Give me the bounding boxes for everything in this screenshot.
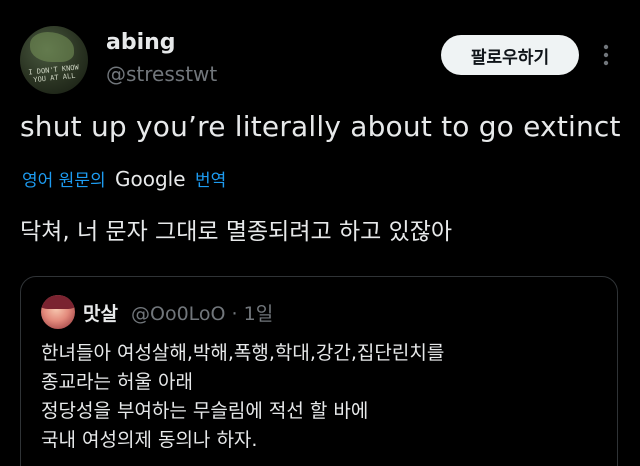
author-name[interactable]: abing [106, 30, 176, 55]
avatar[interactable]: I DON'T KNOW YOU AT ALL [20, 26, 88, 94]
quote-author-name[interactable]: 맛살 [83, 299, 118, 326]
quote-author-handle[interactable]: @Oo0LoO [131, 303, 226, 325]
translated-text: 닥쳐, 너 문자 그대로 멸종되려고 하고 있잖아 [20, 219, 453, 245]
quote-line: 정당성을 부여하는 무슬림에 적선 할 바에 [41, 400, 369, 422]
author-handle[interactable]: @stresstwt [106, 62, 217, 86]
quote-line: 한녀들아 여성살해,박해,폭행,학대,강간,집단린치를 [41, 342, 445, 364]
translate-suffix: 번역 [194, 171, 227, 191]
translate-prefix: 영어 원문의 [22, 171, 106, 191]
more-vertical-icon[interactable] [594, 40, 618, 70]
avatar-scrawl: I DON'T KNOW YOU AT ALL [28, 63, 80, 85]
quote-meta: @Oo0LoO · 1일 [131, 299, 273, 326]
tweet-header: I DON'T KNOW YOU AT ALL abing @stresstwt… [20, 26, 620, 96]
quote-line: 국내 여성의제 동의나 하자. [41, 429, 258, 451]
avatar-plant [30, 32, 74, 62]
quote-avatar-hair [41, 295, 75, 309]
translate-link[interactable]: 영어 원문의 Google 번역 [22, 166, 226, 191]
quote-avatar[interactable] [41, 295, 75, 329]
tweet-text: shut up you’re literally about to go ext… [20, 110, 621, 143]
quote-timestamp[interactable]: 1일 [244, 303, 274, 325]
google-logo: Google [115, 167, 186, 191]
quote-separator: · [231, 303, 238, 325]
quote-body: 한녀들아 여성살해,박해,폭행,학대,강간,집단린치를 종교라는 허울 아래 정… [41, 339, 444, 455]
follow-button[interactable]: 팔로우하기 [441, 35, 579, 75]
quote-line: 종교라는 허울 아래 [41, 371, 193, 393]
quoted-tweet[interactable]: 맛살 @Oo0LoO · 1일 한녀들아 여성살해,박해,폭행,학대,강간,집단… [20, 276, 618, 466]
